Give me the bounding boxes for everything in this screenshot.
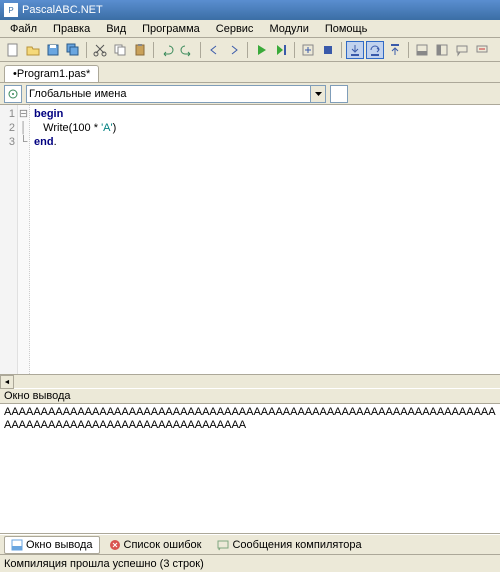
file-tab[interactable]: •Program1.pas*	[4, 65, 99, 82]
menu-modules[interactable]: Модули	[261, 21, 316, 37]
output-panel-title: Окно вывода	[4, 390, 71, 402]
toggle-bookmark-button[interactable]	[433, 41, 451, 59]
redo-button[interactable]	[178, 41, 196, 59]
error-icon	[109, 539, 121, 551]
toolbar-separator	[341, 42, 342, 58]
horizontal-scrollbar[interactable]: ◄	[0, 374, 500, 388]
open-file-button[interactable]	[24, 41, 42, 59]
step-into-button[interactable]	[346, 41, 364, 59]
paste-button[interactable]	[131, 41, 149, 59]
scroll-left-arrow[interactable]: ◄	[0, 375, 14, 389]
window-title: PascalABC.NET	[22, 4, 103, 16]
menu-help[interactable]: Помощь	[317, 21, 376, 37]
copy-button[interactable]	[111, 41, 129, 59]
message-icon	[217, 539, 229, 551]
output-panel-body[interactable]: AAAAAAAAAAAAAAAAAAAAAAAAAAAAAAAAAAAAAAAA…	[0, 404, 500, 534]
menu-view[interactable]: Вид	[98, 21, 134, 37]
app-icon: P	[4, 3, 18, 17]
toolbar-separator	[200, 42, 201, 58]
bottom-tabbar: Окно вывода Список ошибок Сообщения комп…	[0, 534, 500, 554]
toolbar	[0, 38, 500, 62]
code-area[interactable]: begin Write(100 * 'A') end.	[30, 105, 500, 374]
step-over-button[interactable]	[366, 41, 384, 59]
line-number-gutter: 1 2 3	[0, 105, 18, 374]
tab-errors[interactable]: Список ошибок	[102, 536, 209, 554]
menubar: Файл Правка Вид Программа Сервис Модули …	[0, 20, 500, 38]
statusbar: Компиляция прошла успешно (3 строк)	[0, 554, 500, 572]
menu-program[interactable]: Программа	[134, 21, 208, 37]
step-out-button[interactable]	[386, 41, 404, 59]
toolbar-separator	[86, 42, 87, 58]
nav-back-button[interactable]	[205, 41, 223, 59]
output-icon	[11, 539, 23, 551]
file-tabbar: •Program1.pas*	[0, 62, 500, 82]
uncomment-button[interactable]	[473, 41, 491, 59]
run-no-debug-button[interactable]	[272, 41, 290, 59]
toolbar-separator	[153, 42, 154, 58]
code-editor[interactable]: 1 2 3 ⊟ │ └ begin Write(100 * 'A') end.	[0, 104, 500, 374]
menu-edit[interactable]: Правка	[45, 21, 98, 37]
titlebar: P PascalABC.NET	[0, 0, 500, 20]
nav-forward-button[interactable]	[225, 41, 243, 59]
chevron-down-icon[interactable]	[310, 86, 325, 102]
member-combo[interactable]	[330, 85, 348, 103]
scope-combo-label: Глобальные имена	[29, 88, 127, 100]
menu-service[interactable]: Сервис	[208, 21, 262, 37]
code-navigator-bar: Глобальные имена	[0, 82, 500, 104]
comment-button[interactable]	[453, 41, 471, 59]
toolbar-separator	[247, 42, 248, 58]
scope-combo[interactable]: Глобальные имена	[26, 85, 326, 103]
undo-button[interactable]	[158, 41, 176, 59]
scope-icon[interactable]	[4, 85, 22, 103]
toolbar-separator	[408, 42, 409, 58]
output-text: AAAAAAAAAAAAAAAAAAAAAAAAAAAAAAAAAAAAAAAA…	[4, 406, 496, 431]
cut-button[interactable]	[91, 41, 109, 59]
run-button[interactable]	[252, 41, 270, 59]
fold-gutter[interactable]: ⊟ │ └	[18, 105, 30, 374]
output-panel-header: Окно вывода	[0, 388, 500, 404]
tab-output[interactable]: Окно вывода	[4, 536, 100, 554]
tab-compiler-messages[interactable]: Сообщения компилятора	[210, 536, 368, 554]
save-all-button[interactable]	[64, 41, 82, 59]
compile-button[interactable]	[299, 41, 317, 59]
stop-button[interactable]	[319, 41, 337, 59]
status-text: Компиляция прошла успешно (3 строк)	[4, 558, 204, 570]
toolbar-separator	[294, 42, 295, 58]
menu-file[interactable]: Файл	[2, 21, 45, 37]
toggle-output-button[interactable]	[413, 41, 431, 59]
new-file-button[interactable]	[4, 41, 22, 59]
save-button[interactable]	[44, 41, 62, 59]
